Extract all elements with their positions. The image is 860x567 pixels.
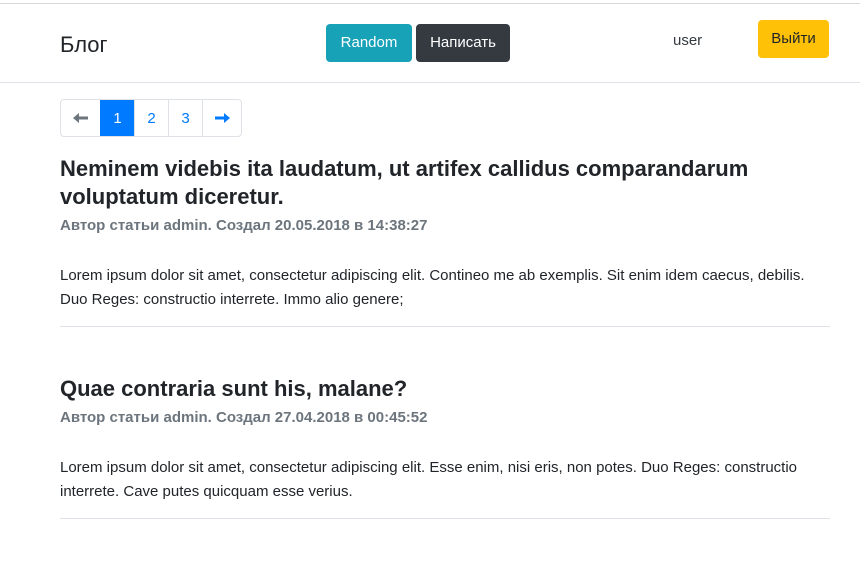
post-meta: Автор статьи admin. Создал 20.05.2018 в … xyxy=(60,217,428,234)
pagination: 1 2 3 xyxy=(60,99,242,137)
arrow-right-icon xyxy=(215,113,230,123)
random-button[interactable]: Random xyxy=(326,24,412,62)
post-divider xyxy=(60,518,830,519)
username-label: user xyxy=(673,32,703,49)
logout-button[interactable]: Выйти xyxy=(758,20,829,58)
arrow-left-icon xyxy=(72,113,88,123)
post-title[interactable]: Neminem videbis ita laudatum, ut artifex… xyxy=(60,155,830,211)
page-3-button[interactable]: 3 xyxy=(168,100,202,136)
post-title[interactable]: Quae contraria sunt his, malane? xyxy=(60,375,830,403)
post-item: Neminem videbis ita laudatum, ut artifex… xyxy=(60,155,830,327)
page-2-button[interactable]: 2 xyxy=(134,100,168,136)
brand-title[interactable]: Блог xyxy=(60,32,108,58)
post-text: Lorem ipsum dolor sit amet, consectetur … xyxy=(60,267,805,308)
page-1-button[interactable]: 1 xyxy=(100,100,134,136)
navbar: Блог Random Написать user Выйти xyxy=(0,4,860,83)
next-page-button[interactable] xyxy=(202,100,241,136)
write-button[interactable]: Написать xyxy=(416,24,510,62)
prev-page-button[interactable] xyxy=(61,100,100,136)
post-divider xyxy=(60,326,830,327)
post-item: Quae contraria sunt his, malane? Автор с… xyxy=(60,375,830,519)
post-text: Lorem ipsum dolor sit amet, consectetur … xyxy=(60,459,798,500)
post-meta: Автор статьи admin. Создал 27.04.2018 в … xyxy=(60,409,428,426)
